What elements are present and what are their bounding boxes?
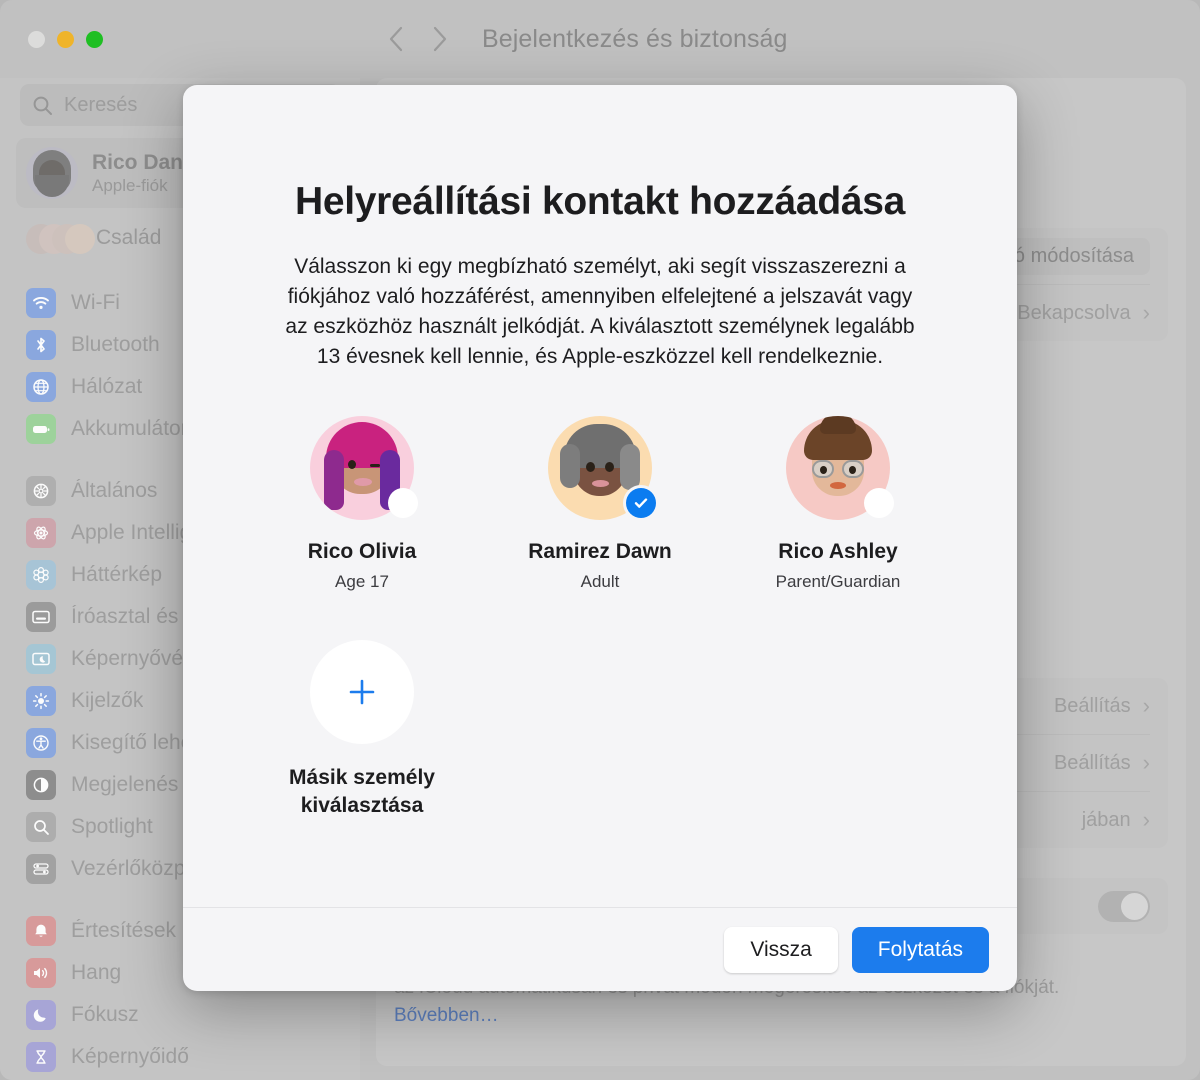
person-option[interactable]: Rico Olivia Age 17	[243, 416, 481, 592]
person-name: Rico Ashley	[778, 540, 898, 563]
plus-icon[interactable]	[310, 640, 414, 744]
avatar-wrapper	[310, 416, 418, 520]
person-grid: Rico Olivia Age 17 Ramirez Dawn Adult Rico A…	[243, 416, 957, 820]
back-button[interactable]: Vissza	[724, 926, 838, 973]
person-option[interactable]: Ramirez Dawn Adult	[481, 416, 719, 592]
person-option[interactable]: Rico Ashley Parent/Guardian	[719, 416, 957, 592]
unselected-badge-icon[interactable]	[388, 488, 418, 518]
avatar-wrapper	[548, 416, 656, 520]
dialog-title: Helyreállítási kontakt hozzáadása	[294, 180, 906, 223]
person-subtitle: Parent/Guardian	[775, 572, 901, 591]
person-name: Ramirez Dawn	[528, 540, 672, 563]
dialog-description: Válasszon ki egy megbízható személyt, ak…	[285, 255, 915, 368]
add-other-person-label: Másik személy kiválasztása	[289, 766, 435, 817]
add-other-person-button[interactable]: Másik személy kiválasztása	[243, 640, 481, 820]
person-subtitle: Age 17	[335, 572, 389, 591]
unselected-badge-icon[interactable]	[864, 488, 894, 518]
person-subtitle: Adult	[580, 572, 620, 591]
avatar-wrapper	[786, 416, 894, 520]
check-icon[interactable]	[626, 488, 656, 518]
person-name: Rico Olivia	[307, 540, 417, 563]
dialog-footer: Vissza Folytatás	[183, 907, 1017, 991]
continue-button[interactable]: Folytatás	[851, 926, 989, 973]
add-recovery-contact-dialog: Helyreállítási kontakt hozzáadása Válass…	[183, 85, 1017, 991]
